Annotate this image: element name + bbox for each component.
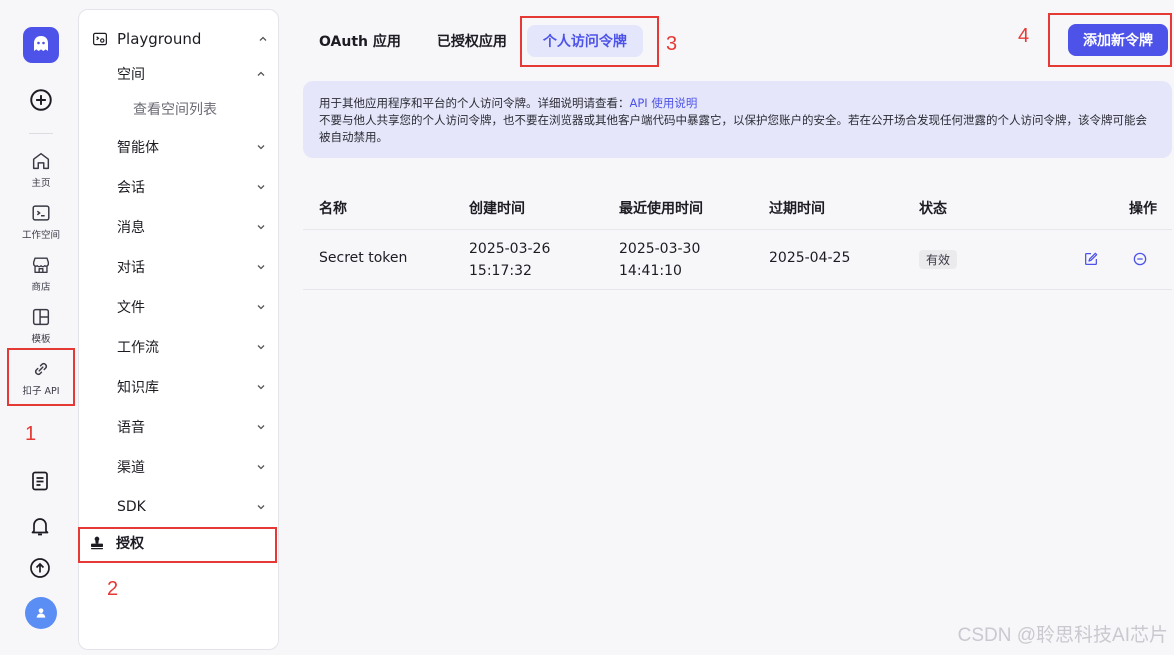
terminal-icon: [32, 205, 50, 221]
nav-playground-label: Playground: [117, 30, 202, 48]
rail-item-label: 商店: [31, 282, 51, 293]
token-name: Secret token: [319, 250, 408, 266]
created-time: 15:17:32: [469, 263, 532, 279]
nav-item-workflow[interactable]: 工作流: [117, 335, 267, 359]
nav-item-label: 智能体: [117, 140, 159, 156]
nav-item-voice[interactable]: 语音: [117, 415, 267, 439]
disable-minus-circle-icon[interactable]: [1132, 251, 1148, 267]
rail-item-label: 主页: [31, 178, 51, 189]
nav-item-conversations[interactable]: 会话: [117, 175, 267, 199]
chevron-up-icon: [259, 36, 267, 41]
nav-item-label: SDK: [117, 499, 146, 515]
token-last-used: 2025-03-30 14:41:10: [619, 238, 700, 282]
col-actions: 操作: [1129, 201, 1157, 217]
status-badge: 有效: [919, 250, 958, 269]
chevron-down-icon: [257, 145, 265, 150]
annotation-number: 4: [1018, 25, 1030, 47]
tab-label: 已授权应用: [436, 34, 507, 50]
home-icon: [32, 152, 50, 170]
col-status: 状态: [919, 201, 947, 217]
info-notice: 用于其他应用程序和平台的个人访问令牌。详细说明请查看：API 使用说明 不要与他…: [303, 81, 1172, 158]
annotation-number: 2: [107, 578, 119, 600]
nav-item-label: 语音: [117, 420, 145, 436]
playground-icon: [93, 32, 107, 46]
watermark: CSDN @聆思科技AI芯片: [957, 625, 1168, 646]
nav-item-sdk[interactable]: SDK: [117, 495, 267, 519]
annotation-box-authorization: [78, 527, 277, 563]
annotation-box-add-button: [1048, 13, 1172, 67]
document-icon[interactable]: [28, 469, 52, 493]
notice-line-2: 不要与他人共享您的个人访问令牌，也不要在浏览器或其他客户端代码中暴露它，以保护您…: [319, 113, 1147, 144]
chevron-down-icon: [257, 385, 265, 390]
rail-item-workspace[interactable]: 工作空间: [8, 202, 74, 252]
notice-text: 用于其他应用程序和平台的个人访问令牌。详细说明请查看：: [319, 96, 630, 110]
chevron-down-icon: [257, 305, 265, 310]
main-content: OAuth 应用 已授权应用 个人访问令牌 添加新令牌 用于其他应用程序和平台的…: [279, 0, 1174, 655]
created-date: 2025-03-26: [469, 241, 551, 257]
chevron-down-icon: [257, 465, 265, 470]
annotation-number: 3: [666, 33, 678, 55]
col-expires: 过期时间: [769, 201, 825, 217]
edit-icon[interactable]: [1083, 251, 1099, 267]
nav-item-files[interactable]: 文件: [117, 295, 267, 319]
bell-icon[interactable]: [28, 514, 52, 538]
nav-item-chat[interactable]: 对话: [117, 255, 267, 279]
col-last-used: 最近使用时间: [619, 201, 703, 217]
icon-rail: 主页 工作空间 商店 模板 扣子 API: [0, 0, 78, 655]
tab-authorized-apps[interactable]: 已授权应用: [421, 25, 523, 57]
tab-label: OAuth 应用: [319, 34, 401, 50]
col-name: 名称: [319, 201, 347, 217]
rail-divider: [29, 133, 53, 134]
annotation-number: 1: [25, 423, 37, 445]
nav-item-label: 查看空间列表: [133, 102, 217, 118]
chevron-down-icon: [257, 505, 265, 510]
notice-line-1: 用于其他应用程序和平台的个人访问令牌。详细说明请查看：API 使用说明: [319, 95, 1156, 112]
nav-item-label: 消息: [117, 220, 145, 236]
nav-item-space-list[interactable]: 查看空间列表: [133, 97, 263, 121]
table-header: 名称 创建时间 最近使用时间 过期时间 状态 操作: [303, 186, 1172, 230]
nav-item-messages[interactable]: 消息: [117, 215, 267, 239]
nav-item-label: 会话: [117, 180, 145, 196]
app-logo[interactable]: [23, 27, 59, 63]
token-expires: 2025-04-25: [769, 250, 851, 266]
last-used-time: 14:41:10: [619, 263, 682, 279]
create-plus-icon[interactable]: [28, 87, 54, 113]
nav-item-space[interactable]: 空间: [117, 62, 267, 86]
chevron-down-icon: [257, 265, 265, 270]
rail-item-label: 模板: [31, 334, 51, 345]
rail-item-label: 工作空间: [21, 230, 60, 241]
nav-item-channels[interactable]: 渠道: [117, 455, 267, 479]
tokens-table: 名称 创建时间 最近使用时间 过期时间 状态 操作 Secret token 2…: [303, 186, 1172, 290]
user-icon: [36, 608, 46, 618]
col-created: 创建时间: [469, 201, 525, 217]
nav-item-label: 对话: [117, 260, 145, 276]
token-created: 2025-03-26 15:17:32: [469, 238, 550, 282]
nav-item-label: 空间: [117, 67, 145, 83]
nav-playground[interactable]: Playground: [91, 27, 269, 51]
annotation-box-tokens-tab: [520, 16, 659, 67]
template-icon: [32, 308, 50, 326]
chevron-down-icon: [257, 225, 265, 230]
nav-item-label: 文件: [117, 300, 145, 316]
rail-item-home[interactable]: 主页: [8, 150, 74, 200]
chevron-down-icon: [257, 425, 265, 430]
rail-item-store[interactable]: 商店: [8, 254, 74, 304]
upload-circle-icon[interactable]: [28, 556, 52, 580]
nav-item-knowledge[interactable]: 知识库: [117, 375, 267, 399]
chevron-down-icon: [257, 345, 265, 350]
nav-item-label: 知识库: [117, 380, 159, 396]
nav-item-label: 工作流: [117, 340, 159, 356]
chevron-down-icon: [257, 185, 265, 190]
annotation-box-api: [7, 348, 75, 406]
last-used-date: 2025-03-30: [619, 241, 701, 257]
avatar[interactable]: [25, 597, 57, 629]
chevron-up-icon: [257, 71, 265, 76]
api-docs-link[interactable]: API 使用说明: [630, 96, 698, 110]
ghost-logo-icon: [34, 36, 48, 51]
store-icon: [32, 257, 50, 274]
tab-oauth-apps[interactable]: OAuth 应用: [303, 25, 417, 57]
nav-item-agents[interactable]: 智能体: [117, 135, 267, 159]
nav-item-label: 渠道: [117, 460, 145, 476]
table-row: Secret token 2025-03-26 15:17:32 2025-03…: [303, 230, 1172, 290]
